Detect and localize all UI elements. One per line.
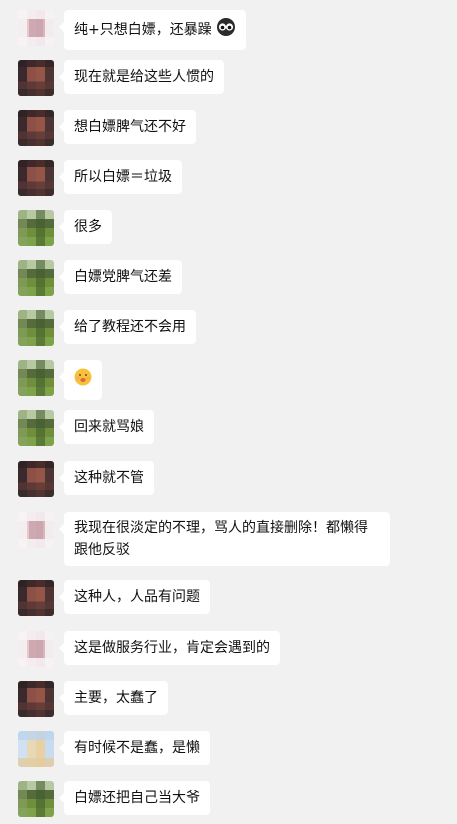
avatar[interactable] bbox=[18, 580, 54, 616]
avatar[interactable] bbox=[18, 60, 54, 96]
avatar[interactable] bbox=[18, 410, 54, 446]
message-text: 回来就骂娘 bbox=[74, 419, 144, 435]
message-text: 有时候不是蠢，是懒 bbox=[74, 740, 200, 756]
avatar[interactable] bbox=[18, 210, 54, 246]
avatar[interactable] bbox=[18, 512, 54, 548]
avatar[interactable] bbox=[18, 110, 54, 146]
message-text: 白嫖还把自己当大爷 bbox=[74, 790, 200, 806]
zipper-mouth-face-icon bbox=[73, 367, 93, 393]
message-text: 这种就不管 bbox=[74, 470, 144, 486]
avatar[interactable] bbox=[18, 681, 54, 717]
message-text: 所以白嫖＝垃圾 bbox=[74, 169, 172, 185]
message-bubble[interactable]: 我现在很淡定的不理，骂人的直接删除！都懒得跟他反驳 bbox=[59, 512, 390, 566]
avatar[interactable] bbox=[18, 781, 54, 817]
avatar[interactable] bbox=[18, 160, 54, 196]
message-bubble[interactable]: 给了教程还不会用 bbox=[59, 310, 196, 344]
message-bubble[interactable]: 回来就骂娘 bbox=[59, 410, 154, 444]
message-bubble[interactable]: 纯+只想白嫖，还暴躁 bbox=[58, 10, 247, 50]
message-bubble[interactable]: 白嫖党脾气还差 bbox=[59, 260, 182, 294]
message-bubble[interactable]: 这种就不管 bbox=[59, 461, 154, 495]
message-bubble[interactable]: 现在就是给这些人惯的 bbox=[59, 60, 224, 94]
avatar[interactable] bbox=[18, 631, 54, 667]
message-bubble[interactable]: 很多 bbox=[59, 210, 112, 244]
message-text: 很多 bbox=[74, 219, 102, 235]
message-text: 纯+只想白嫖，还暴躁 bbox=[74, 22, 212, 38]
message-text: 我现在很淡定的不理，骂人的直接删除！都懒得跟他反驳 bbox=[74, 520, 368, 558]
message-bubble[interactable]: 想白嫖脾气还不好 bbox=[59, 110, 196, 144]
message-bubble[interactable]: 这是做服务行业，肯定会遇到的 bbox=[59, 631, 280, 665]
message-bubble[interactable]: 所以白嫖＝垃圾 bbox=[59, 160, 182, 194]
message-bubble[interactable] bbox=[59, 360, 102, 400]
message-bubble[interactable]: 有时候不是蠢，是懒 bbox=[59, 731, 210, 765]
avatar[interactable] bbox=[18, 360, 54, 396]
message-bubble[interactable]: 这种人，人品有问题 bbox=[59, 580, 210, 614]
message-text: 给了教程还不会用 bbox=[74, 319, 186, 335]
avatar[interactable] bbox=[18, 731, 54, 767]
avatar[interactable] bbox=[18, 260, 54, 296]
message-text: 这是做服务行业，肯定会遇到的 bbox=[74, 640, 270, 656]
message-text: 想白嫖脾气还不好 bbox=[74, 119, 186, 135]
message-text: 现在就是给这些人惯的 bbox=[74, 69, 214, 85]
avatar[interactable] bbox=[18, 461, 54, 497]
avatar[interactable] bbox=[18, 310, 54, 346]
message-text: 这种人，人品有问题 bbox=[74, 589, 200, 605]
message-bubble[interactable]: 白嫖还把自己当大爷 bbox=[59, 781, 210, 815]
avatar[interactable] bbox=[18, 10, 54, 46]
message-bubble[interactable]: 主要，太蠢了 bbox=[59, 681, 168, 715]
message-text: 白嫖党脾气还差 bbox=[74, 269, 172, 285]
owl-eyes-icon bbox=[216, 17, 236, 43]
message-text: 主要，太蠢了 bbox=[74, 690, 158, 706]
